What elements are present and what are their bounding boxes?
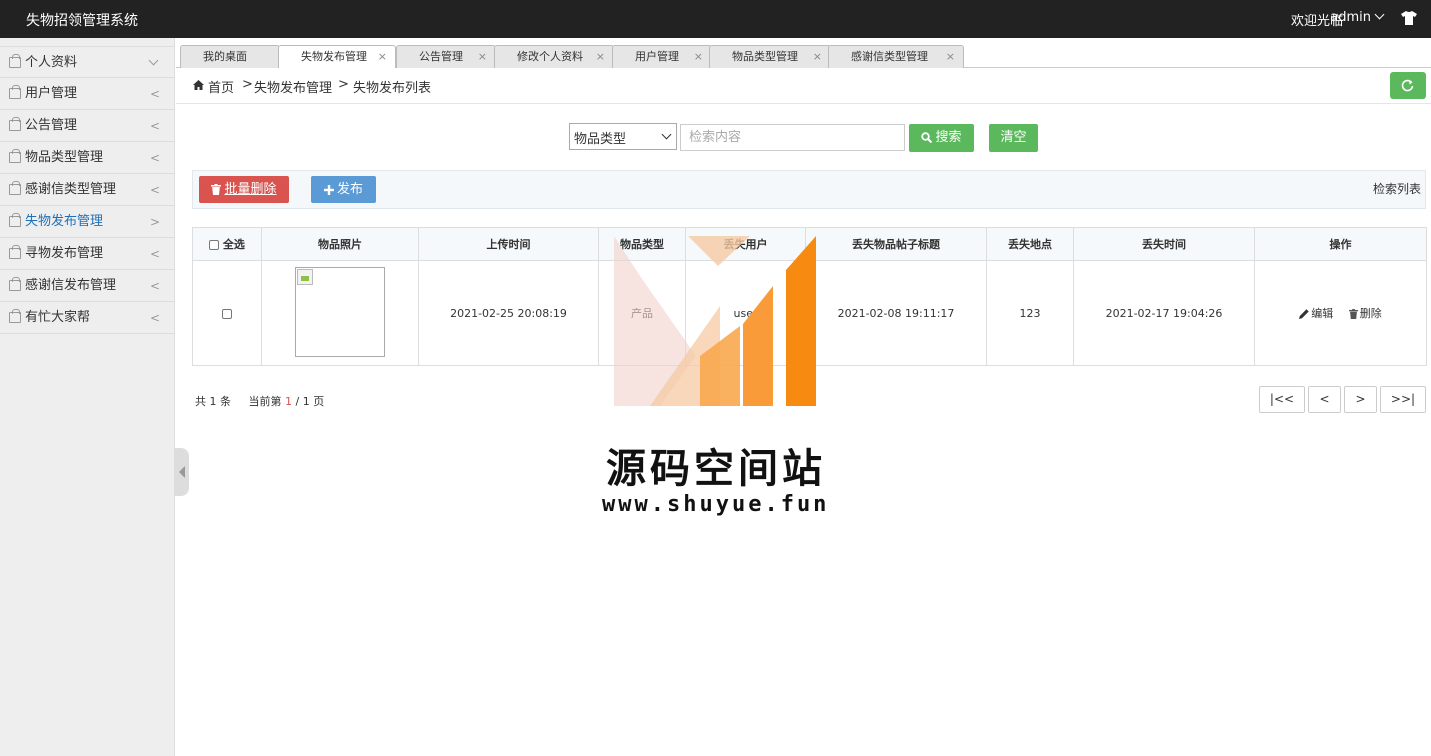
bag-icon xyxy=(9,149,21,163)
tab-notices[interactable]: 公告管理 × xyxy=(396,45,496,68)
sidebar-item-letter-types[interactable]: 感谢信类型管理 < xyxy=(0,174,174,206)
user-name: admin xyxy=(1330,10,1371,25)
sidebar-item-notices[interactable]: 公告管理 < xyxy=(0,110,174,142)
clear-button[interactable]: 清空 xyxy=(989,124,1038,152)
bag-icon xyxy=(9,54,21,68)
publish-button[interactable]: 发布 xyxy=(311,176,376,203)
trash-icon xyxy=(211,184,222,195)
chevron-down-icon xyxy=(148,55,159,66)
bag-icon xyxy=(9,309,21,323)
watermark-url: www.shuyue.fun xyxy=(602,492,830,517)
breadcrumb-level1[interactable]: 失物发布管理 xyxy=(254,77,332,96)
header-lost-time: 丢失时间 xyxy=(1073,227,1255,261)
header-photo: 物品照片 xyxy=(261,227,419,261)
tab-my-desktop[interactable]: 我的桌面 xyxy=(180,45,280,68)
bag-icon xyxy=(9,213,21,227)
close-icon[interactable]: × xyxy=(596,46,605,67)
close-icon[interactable]: × xyxy=(813,46,822,67)
trash-icon xyxy=(1348,309,1358,319)
header-place: 丢失地点 xyxy=(986,227,1074,261)
breadcrumb: 首页 > 失物发布管理 > 失物发布列表 xyxy=(176,68,1431,104)
chevron-down-icon xyxy=(661,129,672,140)
list-label: 检索列表 xyxy=(1372,182,1421,196)
chevron-left-icon: < xyxy=(149,183,160,197)
chevron-left-icon: < xyxy=(149,151,160,165)
breadcrumb-level2: 失物发布列表 xyxy=(353,81,432,96)
refresh-icon xyxy=(1401,79,1414,92)
pencil-icon xyxy=(1299,309,1309,319)
tab-users[interactable]: 用户管理 × xyxy=(612,45,712,68)
chevron-right-icon: > xyxy=(149,215,160,229)
header-ops: 操作 xyxy=(1254,227,1427,261)
tab-edit-profile[interactable]: 修改个人资料 × xyxy=(494,45,614,68)
bag-icon xyxy=(9,277,21,291)
sidebar-item-users[interactable]: 用户管理 < xyxy=(0,78,174,110)
sidebar-item-help[interactable]: 有忙大家帮 < xyxy=(0,302,174,334)
row-checkbox[interactable] xyxy=(222,308,232,319)
home-icon xyxy=(193,80,204,90)
chevron-left-icon: < xyxy=(149,279,160,293)
cell-place: 123 xyxy=(986,260,1074,366)
breadcrumb-sep: > xyxy=(338,77,349,92)
select-all-checkbox[interactable] xyxy=(209,240,220,250)
header-upload-time: 上传时间 xyxy=(418,227,599,261)
delete-link[interactable]: 删除 xyxy=(1348,305,1382,321)
pager-info: 共 1 条 当前第 1 / 1 页 xyxy=(195,395,325,408)
close-icon[interactable]: × xyxy=(694,46,703,67)
close-icon[interactable]: × xyxy=(378,46,387,67)
breadcrumb-sep: > xyxy=(242,77,253,92)
chevron-left-icon: < xyxy=(149,311,160,325)
tab-item-types[interactable]: 物品类型管理 × xyxy=(709,45,831,68)
chevron-down-icon xyxy=(1374,9,1385,20)
edit-link[interactable]: 编辑 xyxy=(1299,305,1333,321)
shirt-icon[interactable] xyxy=(1401,11,1417,25)
chevron-left-icon: < xyxy=(149,87,160,101)
sidebar-item-profile[interactable]: 个人资料 xyxy=(0,46,174,78)
sidebar-collapse-handle[interactable] xyxy=(175,448,189,496)
search-icon xyxy=(921,132,933,143)
prev-page-button[interactable]: < xyxy=(1308,386,1341,413)
current-page: 1 xyxy=(284,395,292,408)
app-title: 失物招领管理系统 xyxy=(26,13,138,29)
item-photo xyxy=(295,266,385,357)
sidebar-item-item-types[interactable]: 物品类型管理 < xyxy=(0,142,174,174)
close-icon[interactable]: × xyxy=(946,46,955,67)
broken-image-icon xyxy=(297,268,313,285)
bag-icon xyxy=(9,245,21,259)
sidebar-item-letter-publish[interactable]: 感谢信发布管理 < xyxy=(0,270,174,302)
user-menu[interactable]: admin xyxy=(1330,9,1385,25)
next-page-button[interactable]: > xyxy=(1344,386,1377,413)
cell-ops: 编辑 删除 xyxy=(1254,260,1427,366)
tab-bar: 我的桌面 失物发布管理 × 公告管理 × 修改个人资料 × 用户管理 × 物品类型管理 ×… xyxy=(176,38,1431,69)
search-button[interactable]: 搜索 xyxy=(909,124,974,152)
refresh-button[interactable] xyxy=(1390,72,1426,99)
search-input[interactable] xyxy=(680,124,905,151)
tab-letter-types[interactable]: 感谢信类型管理 × xyxy=(828,45,964,68)
sidebar-item-lost-publish[interactable]: 失物发布管理 > xyxy=(0,206,174,238)
cell-upload-time: 2021-02-25 20:08:19 xyxy=(418,260,599,366)
toolbar: 批量删除 发布 检索列表 xyxy=(192,170,1426,209)
first-page-button[interactable]: |<< xyxy=(1259,386,1305,413)
sidebar: 个人资料 用户管理 < 公告管理 < 物品类型管理 < 感谢信类型管理 < 失物发布管理… xyxy=(0,38,175,756)
plus-icon xyxy=(323,184,334,195)
tab-lost-publish[interactable]: 失物发布管理 × xyxy=(278,45,396,69)
bag-icon xyxy=(9,181,21,195)
item-type-select[interactable]: 物品类型 xyxy=(569,123,677,150)
bag-icon xyxy=(9,85,21,99)
last-page-button[interactable]: >>| xyxy=(1380,386,1426,413)
sidebar-item-find-publish[interactable]: 寻物发布管理 < xyxy=(0,238,174,270)
batch-delete-button[interactable]: 批量删除 xyxy=(199,176,289,203)
chevron-left-icon: < xyxy=(149,119,160,133)
chevron-left-icon: < xyxy=(149,247,160,261)
top-bar: 失物招领管理系统 欢迎光临 admin xyxy=(0,0,1431,38)
breadcrumb-home[interactable]: 首页 xyxy=(208,77,234,96)
header-select-all[interactable]: 全选 xyxy=(192,227,262,261)
watermark-title: 源码空间站 xyxy=(606,446,826,492)
cell-lost-time: 2021-02-17 19:04:26 xyxy=(1073,260,1255,366)
close-icon[interactable]: × xyxy=(478,46,487,67)
bag-icon xyxy=(9,117,21,131)
